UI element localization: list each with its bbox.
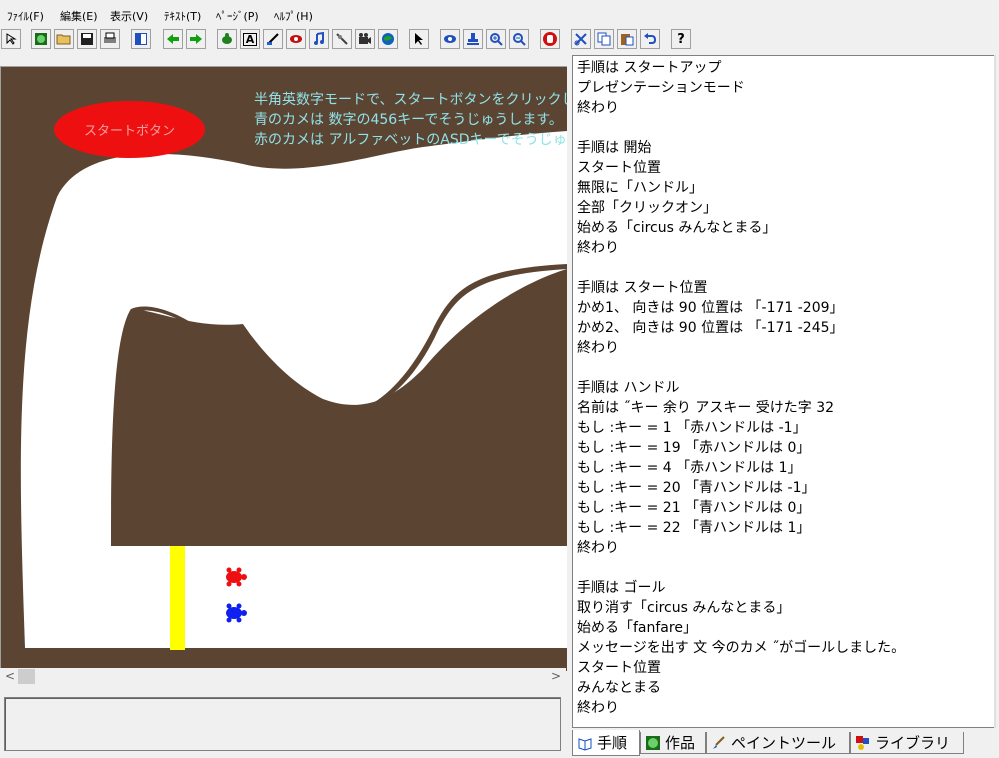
instruction-line-3: 赤のカメは アルファベットのASDキーでそうじゅ <box>254 132 567 148</box>
slider-tool-icon[interactable] <box>332 29 352 49</box>
code-line[interactable]: もし :キー = 19 「赤ハンドルは 0」 <box>577 438 905 458</box>
globe-icon <box>645 735 661 751</box>
music-note-icon[interactable] <box>309 29 329 49</box>
code-line[interactable]: スタート位置 <box>577 158 905 178</box>
code-line[interactable]: 終わり <box>577 698 905 718</box>
code-line[interactable]: 始める「circus みんなとまる」 <box>577 218 905 238</box>
code-line[interactable]: みんなとまる <box>577 678 905 698</box>
tab-paint-tool[interactable]: ペイントツール <box>706 732 850 754</box>
undo-icon[interactable] <box>640 29 660 49</box>
code-line[interactable]: 手順は スタート位置 <box>577 278 905 298</box>
tab-library[interactable]: ライブラリ <box>850 732 964 754</box>
scroll-thumb[interactable] <box>18 669 35 684</box>
instruction-line-2: 青のカメは 数字の456キーでそうじゅうします。 <box>254 112 563 128</box>
code-line[interactable] <box>577 258 905 278</box>
code-line[interactable]: 手順は スタートアップ <box>577 58 905 78</box>
procedure-code[interactable]: 手順は スタートアップ プレゼンテーションモード 終わり 手順は 開始 スタート位置無… <box>577 58 905 718</box>
text-tool-icon[interactable]: A <box>240 29 260 49</box>
scroll-left-icon[interactable]: < <box>5 669 15 683</box>
start-button[interactable]: スタートボタン <box>54 101 205 158</box>
code-line[interactable]: 終わり <box>577 538 905 558</box>
help-question-icon[interactable]: ? <box>671 29 691 49</box>
code-line[interactable]: もし :キー = 4 「赤ハンドルは 1」 <box>577 458 905 478</box>
menu-view[interactable]: 表示(V) <box>110 8 148 24</box>
stop-hand-icon[interactable] <box>540 29 560 49</box>
shapes-icon <box>855 735 871 751</box>
paste-icon[interactable] <box>617 29 637 49</box>
code-line[interactable] <box>577 118 905 138</box>
menu-file[interactable]: ﾌｧｲﾙ(F) <box>7 8 44 24</box>
code-line[interactable]: 終わり <box>577 98 905 118</box>
menu-text[interactable]: ﾃｷｽﾄ(T) <box>164 8 201 24</box>
toolbar: A ? <box>0 28 999 52</box>
menu-edit[interactable]: 編集(E) <box>60 8 98 24</box>
code-line[interactable]: 始める「fanfare」 <box>577 618 905 638</box>
code-line[interactable] <box>577 558 905 578</box>
code-line[interactable]: もし :キー = 1 「赤ハンドルは -1」 <box>577 418 905 438</box>
save-disk-icon[interactable] <box>77 29 97 49</box>
movie-camera-icon[interactable] <box>355 29 375 49</box>
scroll-right-icon[interactable]: > <box>551 669 561 683</box>
code-line[interactable]: メッセージを出す 文 今のカメ ˝がゴールしました。 <box>577 638 905 658</box>
panel-tabs: 手順 作品 ペイントツール ライブラリ <box>572 730 999 756</box>
goal-line <box>170 546 185 650</box>
code-line[interactable]: スタート位置 <box>577 658 905 678</box>
code-line[interactable]: 取り消す「circus みんなとまる」 <box>577 598 905 618</box>
code-line[interactable]: もし :キー = 22 「青ハンドルは 1」 <box>577 518 905 538</box>
web-globe-icon[interactable] <box>378 29 398 49</box>
button-tool-icon[interactable] <box>263 29 283 49</box>
code-line[interactable]: 名前は ˝キー 余り アスキー 受けた字 32 <box>577 398 905 418</box>
menu-page[interactable]: ﾍﾟｰｼﾞ(P) <box>216 8 259 24</box>
select-arrow-icon[interactable] <box>409 29 429 49</box>
view-eye-icon[interactable] <box>440 29 460 49</box>
cut-scissors-icon[interactable] <box>571 29 591 49</box>
next-page-icon[interactable] <box>186 29 206 49</box>
copy-icon[interactable] <box>594 29 614 49</box>
code-line[interactable]: 手順は ゴール <box>577 578 905 598</box>
globe-icon[interactable] <box>31 29 51 49</box>
eye-icon[interactable] <box>286 29 306 49</box>
code-line[interactable]: もし :キー = 21 「青ハンドルは 0」 <box>577 498 905 518</box>
editor-scrollbar[interactable] <box>994 55 996 728</box>
zoom-out-icon[interactable] <box>509 29 529 49</box>
paintbrush-icon <box>711 735 727 751</box>
stamp-icon[interactable] <box>463 29 483 49</box>
menu-bar: ﾌｧｲﾙ(F) 編集(E) 表示(V) ﾃｷｽﾄ(T) ﾍﾟｰｼﾞ(P) ﾍﾙﾌ… <box>0 0 999 28</box>
instruction-line-1: 半角英数字モードで、スタートボタンをクリックし <box>254 92 567 108</box>
code-line[interactable]: 手順は ハンドル <box>577 378 905 398</box>
pointer-arrow-icon[interactable] <box>1 29 21 49</box>
code-line[interactable]: かめ2、 向きは 90 位置は 「-171 -245」 <box>577 318 905 338</box>
code-line[interactable]: 手順は 開始 <box>577 138 905 158</box>
race-track <box>3 69 567 670</box>
turtle-icon[interactable] <box>217 29 237 49</box>
message-box[interactable] <box>4 697 561 751</box>
procedure-editor[interactable]: 手順は スタートアップ プレゼンテーションモード 終わり 手順は 開始 スタート位置無… <box>572 55 995 728</box>
code-line[interactable]: プレゼンテーションモード <box>577 78 905 98</box>
code-line[interactable]: かめ1、 向きは 90 位置は 「-171 -209」 <box>577 298 905 318</box>
code-line[interactable]: 終わり <box>577 338 905 358</box>
code-line[interactable]: 全部「クリックオン」 <box>577 198 905 218</box>
menu-help[interactable]: ﾍﾙﾌﾟ(H) <box>274 8 313 24</box>
tab-works[interactable]: 作品 <box>640 732 706 754</box>
code-line[interactable]: 無限に「ハンドル」 <box>577 178 905 198</box>
stage-canvas[interactable]: 半角英数字モードで、スタートボタンをクリックし 青のカメは 数字の456キーでそ… <box>0 66 567 671</box>
stage-horizontal-scrollbar[interactable]: < > <box>0 668 566 685</box>
open-folder-icon[interactable] <box>54 29 74 49</box>
tab-procedure[interactable]: 手順 <box>572 730 640 756</box>
code-line[interactable] <box>577 358 905 378</box>
code-line[interactable]: もし :キー = 20 「青ハンドルは -1」 <box>577 478 905 498</box>
print-icon[interactable] <box>100 29 120 49</box>
code-line[interactable]: 終わり <box>577 238 905 258</box>
page-list-icon[interactable] <box>131 29 151 49</box>
previous-page-icon[interactable] <box>163 29 183 49</box>
book-icon <box>577 735 593 751</box>
zoom-in-icon[interactable] <box>486 29 506 49</box>
